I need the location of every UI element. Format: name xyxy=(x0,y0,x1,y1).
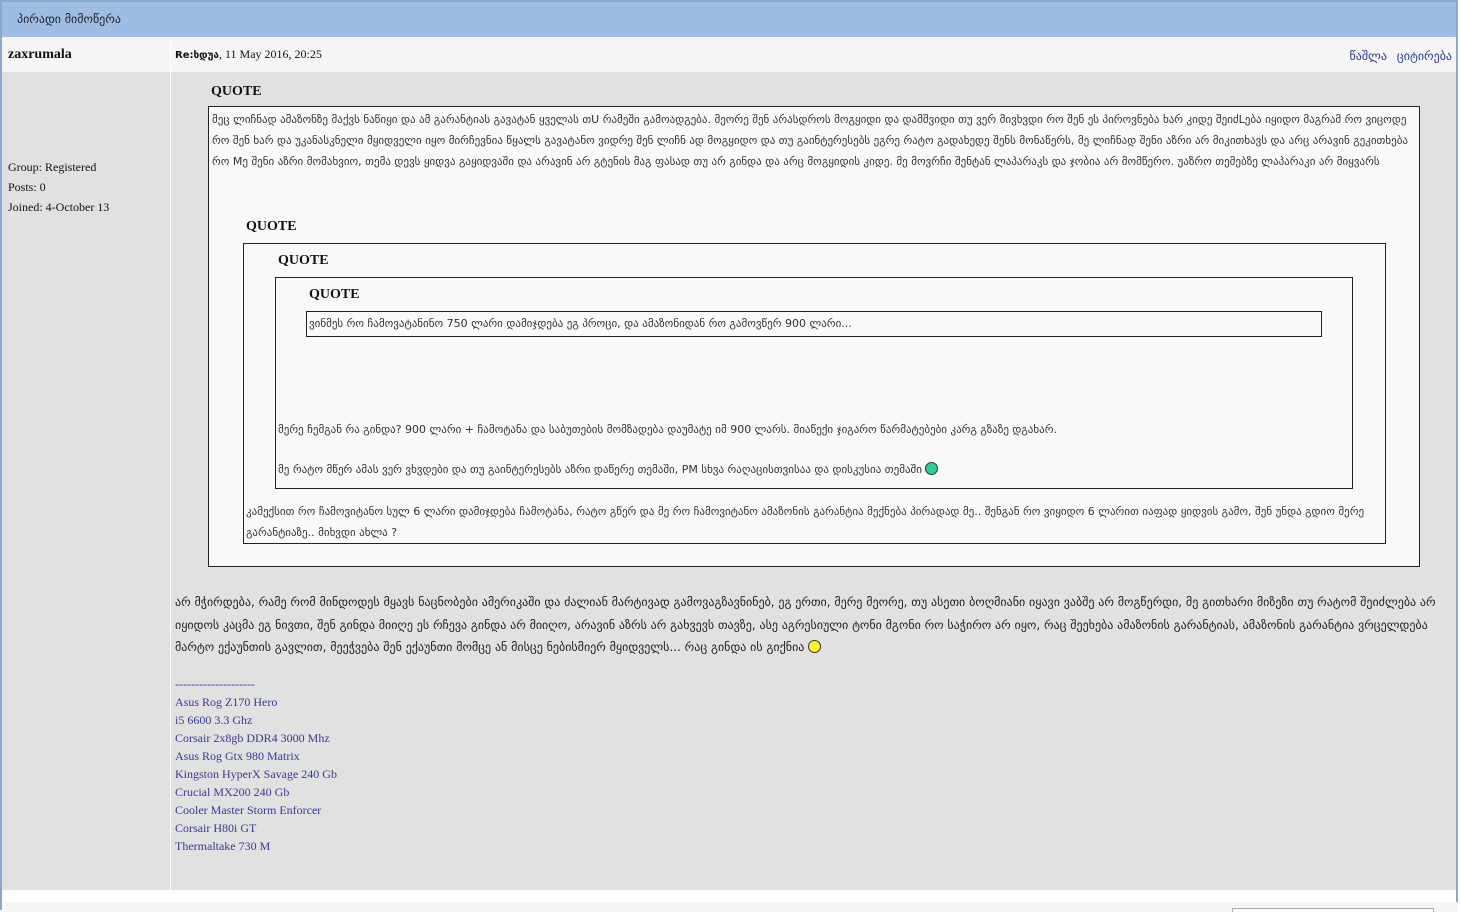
quote-2-text: კამექსით რო ჩამოვიტანო სულ 6 ლარი დამიჯდ… xyxy=(246,505,1365,539)
user-posts: Posts: 0 xyxy=(8,180,46,194)
post-message: არ მჭირდება, რამე რომ მინდოდეს მყავს ნაც… xyxy=(175,591,1456,659)
quote-block-4: ვინმეს რო ჩამოვატანინო 750 ლარი დამიჯდებ… xyxy=(306,311,1322,337)
quote-block-2: QUOTE QUOTE ვინმეს რო ჩამოვატანინო 750 ლ… xyxy=(243,243,1386,544)
quote-1-text: მეც ლიჩნად ამაზონზე მაქვს ნაწიყი და ამ გ… xyxy=(212,113,1408,168)
signature-line: Corsair 2x8gb DDR4 3000 Mhz xyxy=(175,730,330,745)
post-subject-line: Re:ხდუა, 11 May 2016, 20:25 xyxy=(175,47,322,62)
quote-block-3: QUOTE ვინმეს რო ჩამოვატანინო 750 ლარი და… xyxy=(275,277,1353,489)
post-author[interactable]: zaxrumala xyxy=(2,37,171,72)
signature-line: Cooler Master Storm Enforcer xyxy=(175,802,322,817)
subject-prefix: Re: xyxy=(175,50,194,61)
page-title: პირადი მიმოწერა xyxy=(2,2,1456,37)
smiley-icon xyxy=(808,640,822,653)
quote-3-paragraph-2: მე რატო მწერ ამას ვერ ვხვდები და თუ გაინ… xyxy=(278,459,1350,480)
signature-divider: -------------------- xyxy=(175,676,255,691)
user-group: Group: Registered xyxy=(8,160,97,174)
quote-label: QUOTE xyxy=(211,84,262,99)
signature-line: Crucial MX200 240 Gb xyxy=(175,784,290,799)
subject: ხდუა xyxy=(193,50,219,61)
quote-block-1: მეც ლიჩნად ამაზონზე მაქვს ნაწიყი და ამ გ… xyxy=(208,106,1420,567)
post-message-text: არ მჭირდება, რამე რომ მინდოდეს მყავს ნაც… xyxy=(175,595,1436,654)
quote-label: QUOTE xyxy=(278,253,329,268)
reply-box-cutoff[interactable] xyxy=(1232,908,1434,912)
post-header: zaxrumala Re:ხდუა, 11 May 2016, 20:25 წა… xyxy=(2,37,1456,72)
quote-link[interactable]: ციტირება xyxy=(1397,49,1452,63)
quote-label: QUOTE xyxy=(246,219,297,234)
user-joined: Joined: 4-October 13 xyxy=(8,200,110,214)
post-actions: წაშლა ციტირება xyxy=(1344,47,1452,63)
signature-line: i5 6600 3.3 Ghz xyxy=(175,712,253,727)
signature-line: Kingston HyperX Savage 240 Gb xyxy=(175,766,337,781)
signature-line: Corsair H80i GT xyxy=(175,820,257,835)
next-row-cutoff xyxy=(4,902,1458,912)
signature-line: Thermaltake 730 M xyxy=(175,838,271,853)
post-body: Group: Registered Posts: 0 Joined: 4-Oct… xyxy=(2,72,1456,890)
delete-link[interactable]: წაშლა xyxy=(1350,49,1387,63)
user-info: Group: Registered Posts: 0 Joined: 4-Oct… xyxy=(2,72,171,890)
quote-3-paragraph-2-text: მე რატო მწერ ამას ვერ ვხვდები და თუ გაინ… xyxy=(278,463,922,476)
grin-smiley-icon xyxy=(925,462,939,475)
private-message-frame: პირადი მიმოწერა zaxrumala Re:ხდუა, 11 Ma… xyxy=(0,0,1458,912)
signature: -------------------- Asus Rog Z170 Hero … xyxy=(175,675,1456,855)
post-date: , 11 May 2016, 20:25 xyxy=(218,47,322,61)
quote-3-paragraph-1: მერე ჩემგან რა გინდა? 900 ლარი + ჩამოტან… xyxy=(278,423,1057,436)
quote-label: QUOTE xyxy=(309,287,360,302)
signature-line: Asus Rog Gtx 980 Matrix xyxy=(175,748,300,763)
post-content: QUOTE მეც ლიჩნად ამაზონზე მაქვს ნაწიყი დ… xyxy=(171,72,1456,890)
signature-line: Asus Rog Z170 Hero xyxy=(175,694,278,709)
